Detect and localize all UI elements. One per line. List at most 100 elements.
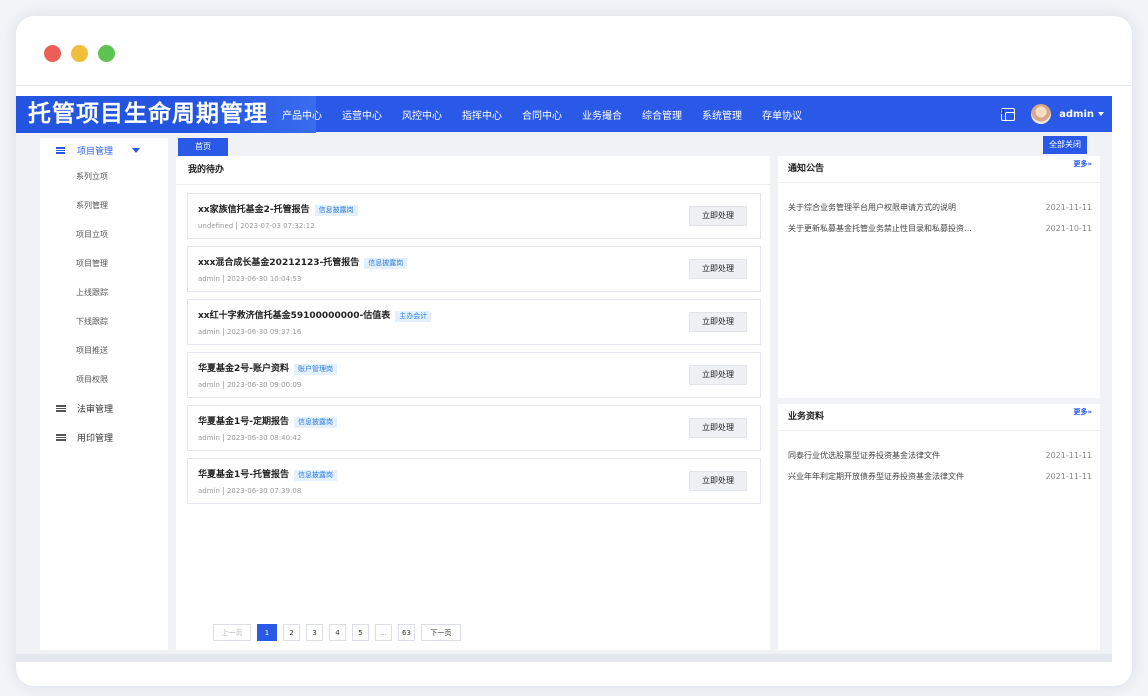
- process-now-button[interactable]: 立即处理: [689, 418, 747, 438]
- user-menu[interactable]: admin: [1059, 109, 1104, 120]
- sidebar: 项目管理 系列立项 系列管理 项目立项 项目管理 上线跟踪 下线跟踪 项目推送 …: [40, 138, 168, 650]
- chevron-down-icon: [1098, 111, 1104, 116]
- sidebar-item-project-setup[interactable]: 项目立项: [40, 220, 168, 249]
- page-button[interactable]: 4: [329, 624, 346, 641]
- avatar[interactable]: [1031, 104, 1052, 124]
- more-link[interactable]: 更多»: [1073, 399, 1092, 425]
- caret-down-icon: [132, 147, 140, 153]
- todo-user: admin: [198, 275, 220, 283]
- main-nav: 产品中心 运营中心 风控中心 指挥中心 合同中心 业务撮合 综合管理 系统管理 …: [282, 96, 822, 132]
- todo-card: 华夏基金1号-托管报告 信息披露岗 admin 2023-06-30 07:39:0…: [187, 458, 761, 504]
- window-controls: [44, 45, 115, 62]
- sidebar-item-project-manage[interactable]: 项目管理: [40, 249, 168, 278]
- nav-item-command[interactable]: 指挥中心: [462, 107, 502, 122]
- todo-card-meta: admin 2023-06-30 09:37:16: [198, 328, 301, 336]
- notice-list: 关于综合业务管理平台用户权限申请方式的说明 2021-11-11 关于更新私募基金…: [778, 183, 1100, 239]
- process-now-button[interactable]: 立即处理: [689, 312, 747, 332]
- sidebar-group-project[interactable]: 项目管理: [40, 138, 168, 162]
- more-link[interactable]: 更多»: [1073, 151, 1092, 177]
- sidebar-item-project-push[interactable]: 项目推送: [40, 336, 168, 365]
- notice-title: 通知公告: [788, 164, 825, 174]
- list-item[interactable]: 同泰行业优选股票型证券投资基金法律文件 2021-11-11: [778, 445, 1100, 466]
- todo-title-text: xx家族信托基金2-托管报告: [198, 205, 310, 215]
- next-page-button[interactable]: 下一页: [421, 624, 461, 641]
- browser-window: 托管项目生命周期管理 产品中心 运营中心 风控中心 指挥中心 合同中心 业务撮合…: [16, 16, 1132, 686]
- divider: [236, 222, 238, 230]
- page-button[interactable]: 3: [306, 624, 323, 641]
- list-icon: [56, 146, 65, 154]
- nav-item-operation[interactable]: 运营中心: [342, 107, 382, 122]
- sidebar-item-online-track[interactable]: 上线跟踪: [40, 278, 168, 307]
- divider: [222, 487, 224, 495]
- docs-header: 业务资料 更多»: [778, 404, 1100, 431]
- todo-card-title: 华夏基金2号-账户资料 账户管理岗: [198, 361, 337, 375]
- sidebar-group-seal[interactable]: 用印管理: [40, 423, 168, 452]
- prev-page-button[interactable]: 上一页: [213, 624, 251, 641]
- todo-panel: 我的待办 xx家族信托基金2-托管报告 信息披露岗 undefined 2023-0…: [176, 156, 770, 650]
- role-tag: 信息披露岗: [294, 470, 337, 481]
- app-area: 托管项目生命周期管理 产品中心 运营中心 风控中心 指挥中心 合同中心 业务撮合…: [16, 96, 1112, 662]
- docs-list: 同泰行业优选股票型证券投资基金法律文件 2021-11-11 兴业年年利定期开放债…: [778, 431, 1100, 487]
- todo-card: 华夏基金2号-账户资料 账户管理岗 admin 2023-06-30 09:00:0…: [187, 352, 761, 398]
- tab-home[interactable]: 首页: [178, 138, 228, 156]
- process-now-button[interactable]: 立即处理: [689, 259, 747, 279]
- message-icon[interactable]: 0: [1000, 107, 1016, 121]
- doc-text: 同泰行业优选股票型证券投资基金法律文件: [788, 451, 940, 460]
- process-now-button[interactable]: 立即处理: [689, 471, 747, 491]
- page-button[interactable]: 2: [283, 624, 300, 641]
- docs-title: 业务资料: [788, 412, 825, 422]
- role-tag: 账户管理岗: [294, 364, 337, 375]
- nav-item-matching[interactable]: 业务撮合: [582, 107, 622, 122]
- role-tag: 信息披露岗: [314, 205, 358, 216]
- todo-time: 2023-06-30 09:00:09: [226, 381, 302, 389]
- sidebar-item-series-setup[interactable]: 系列立项: [40, 162, 168, 191]
- page-button[interactable]: 1: [257, 624, 277, 641]
- divider: [222, 275, 224, 283]
- divider: [16, 85, 1132, 86]
- maximize-window-button[interactable]: [98, 45, 115, 62]
- page-button[interactable]: 5: [352, 624, 369, 641]
- list-item[interactable]: 兴业年年利定期开放债券型证券投资基金法律文件 2021-11-11: [778, 466, 1100, 487]
- sidebar-group-label: 法审管理: [77, 405, 114, 415]
- todo-title-text: xxx混合成长基金20212123-托管报告: [198, 258, 360, 268]
- nav-item-contract[interactable]: 合同中心: [522, 107, 562, 122]
- top-header: 托管项目生命周期管理 产品中心 运营中心 风控中心 指挥中心 合同中心 业务撮合…: [16, 96, 1112, 133]
- header-right: 0 admin: [1000, 96, 1104, 132]
- todo-time: 2023-06-30 10:04:53: [226, 275, 302, 283]
- todo-card-title: xx家族信托基金2-托管报告 信息披露岗: [198, 202, 358, 216]
- list-item[interactable]: 关于更新私募基金托管业务禁止性目录和私募投资… 2021-10-11: [778, 218, 1100, 239]
- todo-card-meta: admin 2023-06-30 09:00:09: [198, 381, 301, 389]
- todo-card: xxx混合成长基金20212123-托管报告 信息披露岗 admin 2023-06…: [187, 246, 761, 292]
- todo-time: 2023-07-03 07:32:12: [240, 222, 315, 230]
- message-count: 0: [1000, 107, 1005, 116]
- process-now-button[interactable]: 立即处理: [689, 365, 747, 385]
- divider: [222, 381, 224, 389]
- role-tag: 信息披露岗: [294, 417, 337, 428]
- nav-item-deposit[interactable]: 存单协议: [762, 107, 802, 122]
- user-name: admin: [1059, 108, 1094, 120]
- notice-text: 关于更新私募基金托管业务禁止性目录和私募投资…: [788, 224, 972, 233]
- todo-card-title: 华夏基金1号-定期报告 信息披露岗: [198, 414, 337, 428]
- nav-item-product[interactable]: 产品中心: [282, 107, 322, 122]
- notice-text: 关于综合业务管理平台用户权限申请方式的说明: [788, 203, 956, 212]
- brand-banner: 托管项目生命周期管理: [16, 96, 316, 133]
- todo-title-text: xx红十字救济信托基金59100000000-估值表: [198, 311, 391, 321]
- page-button[interactable]: 63: [398, 624, 415, 641]
- todo-user: undefined: [198, 222, 234, 230]
- sidebar-item-series-manage[interactable]: 系列管理: [40, 191, 168, 220]
- todo-time: 2023-06-30 08:40:42: [226, 434, 302, 442]
- notice-date: 2021-11-11: [1045, 203, 1093, 212]
- notice-panel: 通知公告 更多» 关于综合业务管理平台用户权限申请方式的说明 2021-11-11…: [778, 156, 1100, 398]
- sidebar-group-legal[interactable]: 法审管理: [40, 394, 168, 423]
- sidebar-item-offline-track[interactable]: 下线跟踪: [40, 307, 168, 336]
- sidebar-item-project-permission[interactable]: 项目权限: [40, 365, 168, 394]
- close-window-button[interactable]: [44, 45, 61, 62]
- nav-item-system[interactable]: 系统管理: [702, 107, 742, 122]
- nav-item-risk[interactable]: 风控中心: [402, 107, 442, 122]
- process-now-button[interactable]: 立即处理: [689, 206, 747, 226]
- doc-date: 2021-11-11: [1045, 472, 1093, 481]
- minimize-window-button[interactable]: [71, 45, 88, 62]
- nav-item-general[interactable]: 综合管理: [642, 107, 682, 122]
- list-item[interactable]: 关于综合业务管理平台用户权限申请方式的说明 2021-11-11: [778, 197, 1100, 218]
- todo-card: xx红十字救济信托基金59100000000-估值表 主办会计 admin 2023…: [187, 299, 761, 345]
